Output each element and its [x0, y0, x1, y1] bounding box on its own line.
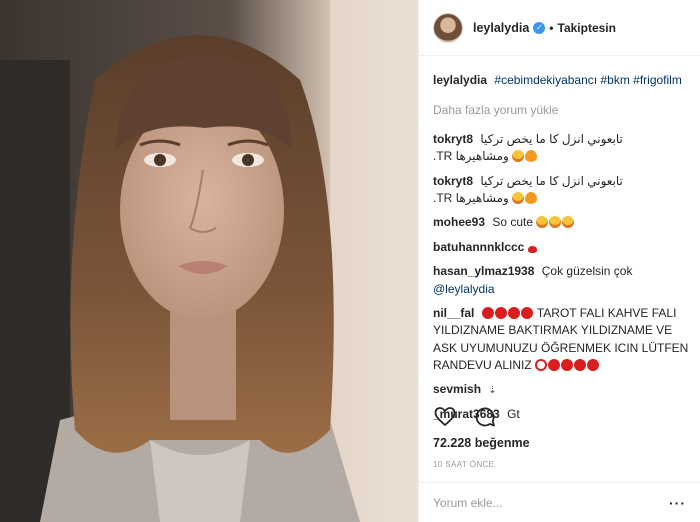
comment-username[interactable]: tokryt8	[433, 132, 473, 146]
no-entry-emoji-icon	[535, 359, 548, 372]
comment-item: tokryt8 تابعوني انزل كا ما يخص تركيا .TR…	[433, 173, 690, 208]
verified-badge-icon: ✓	[533, 21, 546, 34]
follow-status-button[interactable]: Takiptesin	[558, 21, 616, 35]
comments-list: leylalydia #cebimdekiyabancı #bkm #frigo…	[433, 72, 690, 430]
likes-count[interactable]: 72.228 beğenme	[433, 436, 530, 450]
separator-dot: •	[549, 20, 554, 35]
comment-text: تابعوني انزل كا ما يخص تركيا	[480, 131, 623, 146]
comment-text: Gt	[507, 406, 520, 421]
comment-username[interactable]: sevmish	[433, 382, 481, 396]
heart-eyes-emoji-icon	[562, 216, 575, 229]
heart-eyes-emoji-icon	[549, 216, 562, 229]
comment-item: batuhannnklccc	[433, 239, 690, 256]
post-timestamp: 10 SAAT ÖNCE	[433, 460, 495, 469]
caption-username[interactable]: leylalydia	[433, 73, 487, 87]
red-circle-emoji-icon	[587, 359, 600, 372]
comment-text: Çok güzelsin çok	[541, 264, 633, 279]
post-actions	[433, 405, 497, 429]
avatar[interactable]	[433, 12, 463, 43]
comment-item: hasan_ylmaz1938 Çok güzelsin çok @leylal…	[433, 263, 690, 298]
comment-username[interactable]: tokryt8	[433, 174, 473, 188]
red-circle-emoji-icon	[494, 306, 507, 319]
caption: leylalydia #cebimdekiyabancı #bkm #frigo…	[433, 72, 690, 89]
hashtag[interactable]: #frigofilm	[633, 73, 682, 87]
comment-username[interactable]: nil__fal	[433, 306, 474, 320]
comment-text-line2: .TR ومشاهيرها	[433, 149, 509, 164]
comment-username[interactable]: hasan_ylmaz1938	[433, 264, 534, 278]
arrow-down-icon: ⇣	[488, 385, 497, 397]
header-username[interactable]: leylalydia	[473, 21, 529, 35]
red-circle-emoji-icon	[481, 306, 494, 319]
red-circle-emoji-icon	[507, 306, 520, 319]
mention-link[interactable]: @leylalydia	[433, 282, 495, 296]
heart-eyes-emoji-icon	[536, 216, 549, 229]
fire-emoji-icon	[525, 191, 538, 204]
post-header: leylalydia ✓ • Takiptesin	[419, 0, 700, 56]
red-circle-emoji-icon	[561, 359, 574, 372]
red-circle-emoji-icon	[548, 359, 561, 372]
post-side-panel: leylalydia ✓ • Takiptesin leylalydia #ce…	[418, 0, 700, 522]
like-heart-icon[interactable]	[433, 405, 457, 429]
comment-text: So cute	[492, 215, 534, 230]
comment-item: nil__fal TAROT FALI KAHVE FALI YILDIZNAM…	[433, 305, 690, 375]
comment-username[interactable]: mohee93	[433, 215, 485, 229]
comment-text: تابعوني انزل كا ما يخص تركيا	[480, 173, 623, 188]
comment-item: mohee93 So cute	[433, 214, 690, 231]
comment-username[interactable]: batuhannnklccc	[433, 240, 524, 254]
hashtag[interactable]: #cebimdekiyabancı	[494, 73, 597, 87]
heart-eyes-emoji-icon	[512, 150, 525, 163]
red-circle-emoji-icon	[574, 359, 587, 372]
fire-emoji-icon	[525, 150, 538, 163]
comment-bubble-icon[interactable]	[473, 405, 497, 429]
portrait-image	[0, 0, 418, 522]
post-photo[interactable]	[0, 0, 418, 522]
more-options-icon[interactable]: ···	[669, 495, 686, 511]
heart-eyes-emoji-icon	[512, 191, 525, 204]
add-comment-input[interactable]	[433, 495, 633, 510]
load-more-comments-button[interactable]: Daha fazla yorum yükle	[433, 102, 690, 119]
comment-item: sevmish ⇣	[433, 381, 690, 399]
comment-text-line2: .TR ومشاهيرها	[433, 190, 509, 205]
hashtag[interactable]: #bkm	[600, 73, 629, 87]
heart-emoji-icon	[528, 245, 538, 253]
comment-item: tokryt8 تابعوني انزل كا ما يخص تركيا .TR…	[433, 131, 690, 166]
red-circle-emoji-icon	[520, 306, 533, 319]
add-comment-bar: ···	[419, 482, 700, 522]
